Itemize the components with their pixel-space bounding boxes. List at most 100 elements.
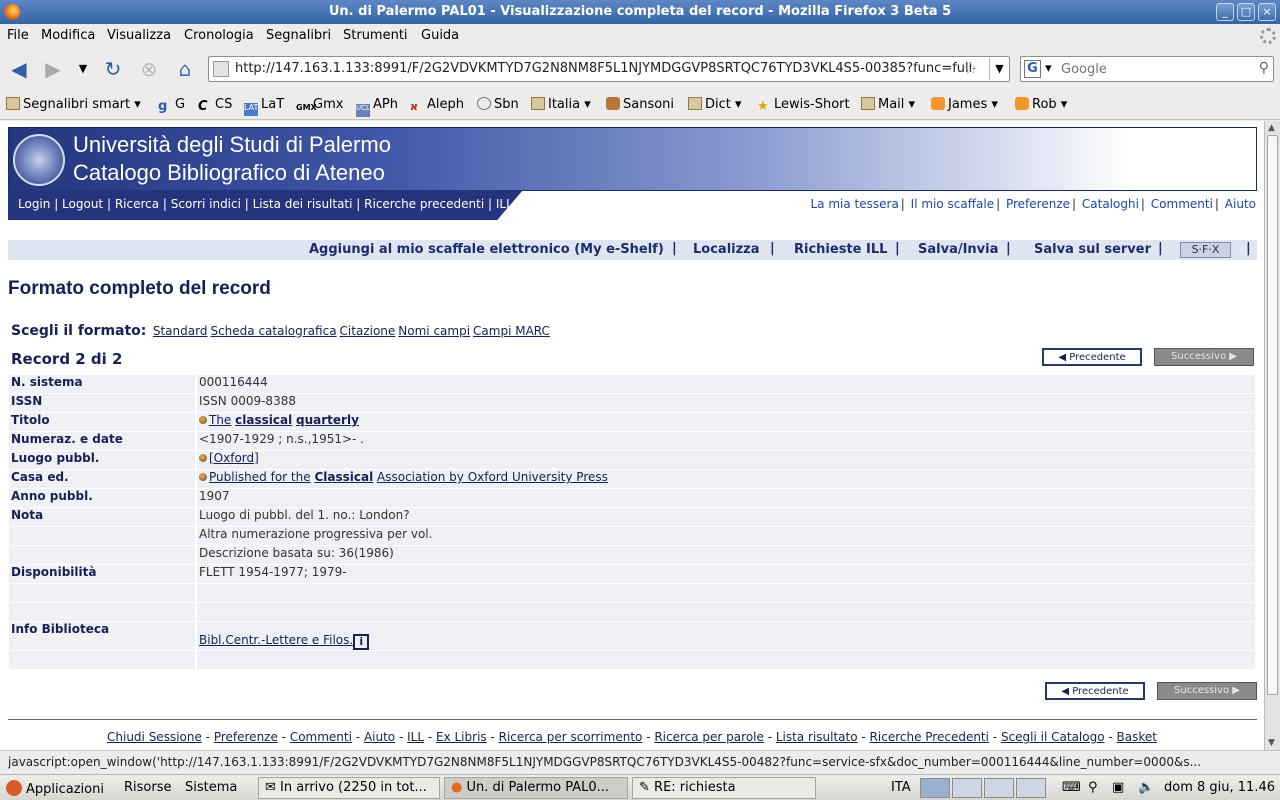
format-marc-link[interactable]: Campi MARC bbox=[473, 324, 550, 338]
footer-ex-libris[interactable]: Ex Libris bbox=[436, 730, 487, 744]
display-icon[interactable]: ▣ bbox=[1112, 780, 1124, 795]
commenti-link[interactable]: Commenti bbox=[1151, 197, 1213, 211]
vertical-scrollbar[interactable]: ▲ ▼ bbox=[1264, 121, 1280, 750]
previous-record-button[interactable]: ◀ Precedente bbox=[1042, 348, 1142, 366]
places-menu[interactable]: Risorse bbox=[124, 780, 172, 795]
lista-risultati-link[interactable]: Lista dei risultati bbox=[253, 197, 353, 211]
close-button[interactable]: × bbox=[1258, 3, 1276, 21]
ill-link[interactable]: ILL bbox=[496, 197, 513, 211]
footer-basket[interactable]: Basket bbox=[1117, 730, 1157, 744]
footer-ill[interactable]: ILL bbox=[407, 730, 424, 744]
next-record-button-bottom[interactable]: Successivo ▶ bbox=[1157, 682, 1257, 700]
footer-ricerca-parole[interactable]: Ricerca per parole bbox=[654, 730, 764, 744]
bookmark-smart[interactable]: Segnalibri smart ▾ bbox=[6, 97, 141, 112]
workspace-3[interactable] bbox=[984, 778, 1014, 798]
search-icon[interactable]: ⚲ bbox=[1259, 60, 1269, 76]
menu-cronologia[interactable]: Cronologia bbox=[184, 28, 254, 43]
salva-invia-link[interactable]: Salva/Invia bbox=[918, 242, 998, 257]
system-menu[interactable]: Sistema bbox=[185, 780, 237, 795]
bookmark-sbn[interactable]: Sbn bbox=[477, 97, 519, 112]
previous-record-button-bottom[interactable]: ◀ Precedente bbox=[1045, 682, 1145, 700]
richieste-ill-link[interactable]: Richieste ILL bbox=[794, 242, 887, 257]
bookmark-lewis-short[interactable]: ★ Lewis-Short bbox=[757, 97, 850, 114]
publisher-link-pre[interactable]: Published for the bbox=[209, 470, 311, 484]
maximize-button[interactable]: □ bbox=[1237, 3, 1255, 21]
footer-aiuto[interactable]: Aiuto bbox=[364, 730, 395, 744]
cataloghi-link[interactable]: Cataloghi bbox=[1082, 197, 1139, 211]
scroll-up-icon[interactable]: ▲ bbox=[1268, 123, 1275, 133]
bookmark-mail[interactable]: Mail ▾ bbox=[861, 97, 915, 112]
footer-ricerca-scorrimento[interactable]: Ricerca per scorrimento bbox=[499, 730, 643, 744]
localizza-link[interactable]: Localizza bbox=[693, 242, 760, 257]
footer-lista-risultato[interactable]: Lista risultato bbox=[776, 730, 858, 744]
footer-scegli-catalogo[interactable]: Scegli il Catalogo bbox=[1001, 730, 1105, 744]
ricerche-precedenti-link[interactable]: Ricerche precedenti bbox=[364, 197, 484, 211]
menu-segnalibri[interactable]: Segnalibri bbox=[266, 28, 331, 43]
bookmark-james[interactable]: James ▾ bbox=[931, 97, 998, 112]
place-link[interactable]: [Oxford] bbox=[209, 451, 259, 465]
format-scheda-link[interactable]: Scheda catalografica bbox=[210, 324, 336, 338]
url-text[interactable]: http://147.163.1.133:8991/F/2G2VDVKMTYD7… bbox=[235, 61, 975, 76]
menu-file[interactable]: File bbox=[7, 28, 29, 43]
logout-link[interactable]: Logout bbox=[62, 197, 103, 211]
workspace-2[interactable] bbox=[952, 778, 982, 798]
search-engine-selector[interactable]: G ▾ bbox=[1024, 60, 1058, 78]
footer-ricerche-precedenti[interactable]: Ricerche Precedenti bbox=[870, 730, 989, 744]
library-info-link[interactable]: Bibl.Centr.-Lettere e Filos. bbox=[199, 633, 353, 647]
preferenze-link[interactable]: Preferenze bbox=[1006, 197, 1070, 211]
login-link[interactable]: Login bbox=[18, 197, 50, 211]
search-bar[interactable]: G ▾ ⚲ bbox=[1020, 56, 1274, 82]
task-mail[interactable]: ✉ In arrivo (2250 in tot... bbox=[258, 777, 440, 799]
forward-icon[interactable]: ▶ bbox=[40, 56, 66, 82]
workspace-1[interactable] bbox=[920, 778, 950, 798]
site-identity-icon[interactable] bbox=[213, 61, 229, 77]
back-icon[interactable]: ◀ bbox=[6, 56, 32, 82]
search-input[interactable] bbox=[1061, 59, 1251, 79]
menu-guida[interactable]: Guida bbox=[421, 28, 459, 43]
publisher-link-post[interactable]: Association by Oxford University Press bbox=[377, 470, 608, 484]
title-link-classical[interactable]: classical bbox=[235, 413, 292, 427]
format-nomi-campi-link[interactable]: Nomi campi bbox=[398, 324, 470, 338]
footer-chiudi-sessione[interactable]: Chiudi Sessione bbox=[107, 730, 202, 744]
stop-icon[interactable]: ⊗ bbox=[136, 56, 162, 82]
menu-visualizza[interactable]: Visualizza bbox=[107, 28, 171, 43]
add-eshelf-link[interactable]: Aggiungi al mio scaffale elettronico (My… bbox=[309, 242, 664, 257]
bookmark-gmx[interactable]: GMXGmx bbox=[296, 97, 343, 116]
scroll-down-icon[interactable]: ▼ bbox=[1268, 738, 1275, 748]
next-record-button[interactable]: Successivo ▶ bbox=[1154, 348, 1254, 366]
workspace-4[interactable] bbox=[1016, 778, 1046, 798]
bookmark-dict[interactable]: Dict ▾ bbox=[688, 97, 742, 112]
sfx-button[interactable]: S·F·X bbox=[1180, 242, 1231, 258]
scaffale-link[interactable]: Il mio scaffale bbox=[911, 197, 994, 211]
search-icon[interactable]: ⚲ bbox=[1088, 780, 1098, 795]
url-dropdown-icon[interactable]: ▼ bbox=[989, 58, 1009, 80]
bookmark-star-icon[interactable]: ☆ bbox=[963, 59, 978, 79]
minimize-button[interactable]: _ bbox=[1216, 3, 1234, 21]
format-standard-link[interactable]: Standard bbox=[153, 324, 208, 338]
bookmark-rob[interactable]: Rob ▾ bbox=[1015, 97, 1067, 112]
applications-menu[interactable]: Applicazioni bbox=[6, 780, 104, 797]
clock[interactable]: dom 8 giu, 11.46 bbox=[1164, 780, 1275, 795]
publisher-link-classical[interactable]: Classical bbox=[314, 470, 373, 484]
bookmark-sansoni[interactable]: Sansoni bbox=[606, 97, 674, 112]
title-link-quarterly[interactable]: quarterly bbox=[296, 413, 359, 427]
scorri-indici-link[interactable]: Scorri indici bbox=[171, 197, 241, 211]
info-icon[interactable]: i bbox=[353, 634, 370, 650]
bookmark-aleph[interactable]: א Aleph bbox=[410, 97, 464, 113]
format-citazione-link[interactable]: Citazione bbox=[340, 324, 396, 338]
bookmark-italia[interactable]: Italia ▾ bbox=[531, 97, 591, 112]
task-compose[interactable]: ✎ RE: richiesta bbox=[632, 777, 816, 799]
bookmark-cs[interactable]: C CS bbox=[198, 97, 232, 114]
menu-strumenti[interactable]: Strumenti bbox=[343, 28, 408, 43]
scrollbar-thumb[interactable] bbox=[1267, 135, 1278, 695]
history-dropdown-icon[interactable]: ▼ bbox=[70, 56, 96, 82]
salva-server-link[interactable]: Salva sul server bbox=[1034, 242, 1151, 257]
tessera-link[interactable]: La mia tessera bbox=[810, 197, 898, 211]
keyboard-layout[interactable]: ITA bbox=[891, 780, 911, 795]
title-link-the[interactable]: The bbox=[209, 413, 231, 427]
bookmark-g[interactable]: gG bbox=[158, 97, 185, 114]
menu-modifica[interactable]: Modifica bbox=[41, 28, 95, 43]
volume-icon[interactable]: 🔈 bbox=[1138, 780, 1154, 795]
task-firefox[interactable]: ● Un. di Palermo PAL0... bbox=[444, 777, 628, 799]
footer-preferenze[interactable]: Preferenze bbox=[214, 730, 278, 744]
